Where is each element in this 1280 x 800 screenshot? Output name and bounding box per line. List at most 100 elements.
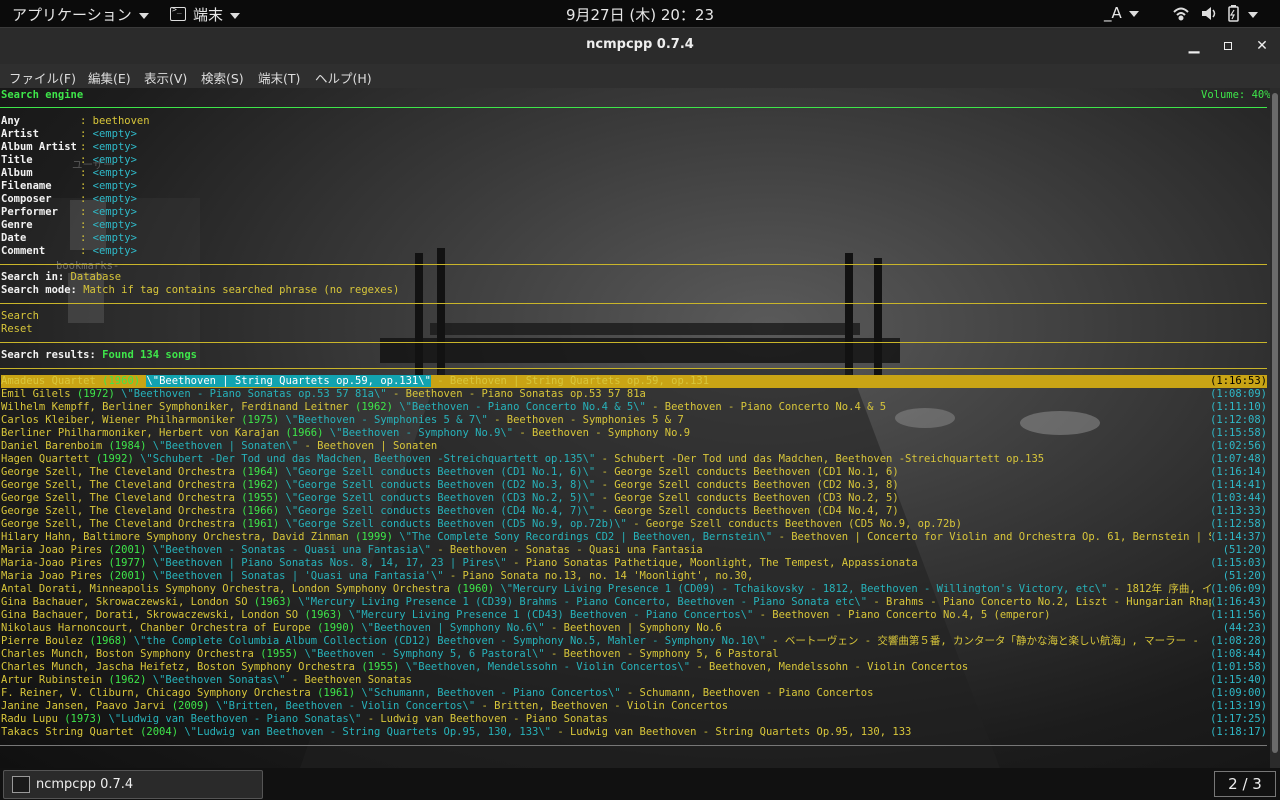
clock[interactable]: 9月27日 (木) 20：23: [566, 6, 714, 24]
result-row[interactable]: George Szell, The Cleveland Orchestra (1…: [1, 466, 1267, 479]
result-year: (2004): [140, 726, 179, 738]
result-text: George Szell, The Cleveland Orchestra (1…: [1, 492, 1211, 505]
result-year: (1964): [241, 466, 280, 478]
result-title: - Ludwig van Beethoven - String Quartets…: [551, 726, 912, 738]
search-mode-row[interactable]: Search mode: Match if tag contains searc…: [1, 284, 399, 297]
result-year: (1975): [241, 414, 280, 426]
result-row[interactable]: F. Reiner, V. Cliburn, Chicago Symphony …: [1, 687, 1267, 700]
input-method-indicator[interactable]: _A: [1104, 4, 1139, 22]
search-field-row[interactable]: Performer: <empty>: [1, 206, 137, 219]
result-text: George Szell, The Cleveland Orchestra (1…: [1, 466, 1211, 479]
search-in-row[interactable]: Search in: Database: [1, 271, 121, 284]
search-field-row[interactable]: Date: <empty>: [1, 232, 137, 245]
result-text: Pierre Boulez (1968) \"the Complete Colu…: [1, 635, 1211, 648]
result-row[interactable]: Maria Joao Pires (2001) \"Beethoven | So…: [1, 570, 1267, 583]
result-row[interactable]: Maria Joao Pires (2001) \"Beethoven - So…: [1, 544, 1267, 557]
terminal-app-menu[interactable]: 端末: [170, 4, 241, 25]
result-row[interactable]: Berliner Philharmoniker, Herbert von Kar…: [1, 427, 1267, 440]
scrollbar-thumb[interactable]: [1272, 93, 1278, 753]
scrollbar[interactable]: [1270, 88, 1280, 768]
result-year: (1972): [76, 388, 115, 400]
minimize-button[interactable]: ▁: [1182, 34, 1206, 58]
result-row[interactable]: Artur Rubinstein (1962) \"Beethoven Sona…: [1, 674, 1267, 687]
result-row[interactable]: Hilary Hahn, Baltimore Symphony Orchestr…: [1, 531, 1267, 544]
result-row[interactable]: George Szell, The Cleveland Orchestra (1…: [1, 505, 1267, 518]
result-album-tag: \"The Complete Sony Recordings CD2 | Bee…: [399, 531, 773, 543]
result-duration: (1:12:58): [1210, 518, 1267, 530]
search-button[interactable]: Search: [1, 310, 39, 323]
search-field-value: <empty>: [92, 180, 137, 192]
result-row[interactable]: Pierre Boulez (1968) \"the Complete Colu…: [1, 635, 1267, 648]
result-year: (1968): [89, 635, 128, 647]
taskbar-item[interactable]: ncmpcpp 0.7.4: [3, 770, 263, 799]
menu-search[interactable]: 検索(S): [201, 68, 244, 87]
result-album-tag: \"George Szell conducts Beethoven (CD2 N…: [285, 479, 596, 491]
result-year: (1966): [241, 505, 280, 517]
search-field-row[interactable]: Artist: <empty>: [1, 128, 137, 141]
search-field-row[interactable]: Any: beethoven: [1, 115, 150, 128]
result-row[interactable]: Daniel Barenboim (1984) \"Beethoven | So…: [1, 440, 1267, 453]
reset-button[interactable]: Reset: [1, 323, 33, 336]
field-separator: :: [80, 141, 93, 153]
result-album-tag: \"Beethoven | Sonaten\": [152, 440, 299, 452]
search-field-value: <empty>: [92, 154, 137, 166]
result-row[interactable]: George Szell, The Cleveland Orchestra (1…: [1, 492, 1267, 505]
search-field-row[interactable]: Album: <empty>: [1, 167, 137, 180]
result-row[interactable]: Antal Dorati, Minneapolis Symphony Orche…: [1, 583, 1267, 596]
result-album-tag: \"Ludwig van Beethoven - String Quartets…: [184, 726, 552, 738]
result-album-tag: \"Beethoven - Symphony No.9\": [329, 427, 514, 439]
result-album-tag: \"Schubert -Der Tod und das Madchen, Bee…: [140, 453, 596, 465]
result-row[interactable]: Maria-Joao Pires (1977) \"Beethoven | Pi…: [1, 557, 1267, 570]
result-row[interactable]: Gina Bachauer, Skrowaczewski, London SO …: [1, 596, 1267, 609]
result-album-tag: \"Beethoven - Symphony 5, 6 Pastoral\": [304, 648, 545, 660]
result-artist: Charles Munch, Boston Symphony Orchestra: [1, 648, 254, 660]
result-row[interactable]: Amadeus Quartet (1960) \"Beethoven | Str…: [1, 375, 1267, 388]
menu-help[interactable]: ヘルプ(H): [315, 68, 372, 87]
search-field-row[interactable]: Comment: <empty>: [1, 245, 137, 258]
result-row[interactable]: Nikolaus Harnoncourt, Chanber Orchestra …: [1, 622, 1267, 635]
result-year: (1955): [241, 492, 280, 504]
result-title: - George Szell conducts Beethoven (CD1 N…: [595, 466, 899, 478]
result-row[interactable]: Carlos Kleiber, Wiener Philharmoniker (1…: [1, 414, 1267, 427]
result-title: - Piano Sonata no.13, no. 14 'Moonlight'…: [443, 570, 754, 582]
result-album-tag: \"Beethoven, Mendelssohn - Violin Concer…: [405, 661, 691, 673]
workspace-indicator[interactable]: 2 / 3: [1214, 771, 1276, 797]
close-icon: ✕: [1256, 38, 1268, 54]
result-row[interactable]: George Szell, The Cleveland Orchestra (1…: [1, 479, 1267, 492]
result-album-tag: \"Beethoven - Symphonies 5 & 7\": [285, 414, 488, 426]
menu-view[interactable]: 表示(V): [144, 68, 187, 87]
result-row[interactable]: Wilhelm Kempff, Berliner Symphoniker, Fe…: [1, 401, 1267, 414]
result-row[interactable]: Radu Lupu (1973) \"Ludwig van Beethoven …: [1, 713, 1267, 726]
result-year: (2001): [108, 570, 147, 582]
result-album-tag: \"George Szell conducts Beethoven (CD5 N…: [285, 518, 627, 530]
search-field-row[interactable]: Genre: <empty>: [1, 219, 137, 232]
terminal-area[interactable]: bookmarks- ユーザー Search engine Volume: 40…: [0, 88, 1280, 768]
result-title: - Schumann, Beethoven - Piano Concertos: [620, 687, 874, 699]
result-artist: Wilhelm Kempff, Berliner Symphoniker, Fe…: [1, 401, 349, 413]
result-row[interactable]: Gina Bachauer, Dorati, Skrowaczewski, Lo…: [1, 609, 1267, 622]
divider: [0, 264, 1267, 265]
search-field-row[interactable]: Composer: <empty>: [1, 193, 137, 206]
maximize-button[interactable]: [1216, 34, 1240, 58]
result-row[interactable]: Charles Munch, Boston Symphony Orchestra…: [1, 648, 1267, 661]
menu-edit[interactable]: 編集(E): [88, 68, 131, 87]
close-button[interactable]: ✕: [1250, 34, 1274, 58]
search-field-row[interactable]: Title: <empty>: [1, 154, 137, 167]
result-title: - Ludwig van Beethoven - Piano Sonatas: [361, 713, 608, 725]
field-separator: :: [80, 245, 93, 257]
menu-file[interactable]: ファイル(F): [9, 68, 76, 87]
result-row[interactable]: Takacs String Quartet (2004) \"Ludwig va…: [1, 726, 1267, 739]
result-row[interactable]: Janine Jansen, Paavo Jarvi (2009) \"Brit…: [1, 700, 1267, 713]
status-menu[interactable]: [1172, 5, 1272, 27]
result-row[interactable]: Emil Gilels (1972) \"Beethoven - Piano S…: [1, 388, 1267, 401]
result-row[interactable]: George Szell, The Cleveland Orchestra (1…: [1, 518, 1267, 531]
result-row[interactable]: Hagen Quartett (1992) \"Schubert -Der To…: [1, 453, 1267, 466]
search-field-row[interactable]: Album Artist: <empty>: [1, 141, 137, 154]
result-text: Gina Bachauer, Dorati, Skrowaczewski, Lo…: [1, 609, 1211, 622]
applications-menu[interactable]: アプリケーション: [12, 4, 149, 25]
search-field-value: beethoven: [92, 115, 150, 127]
search-field-row[interactable]: Filename: <empty>: [1, 180, 137, 193]
result-row[interactable]: Charles Munch, Jascha Heifetz, Boston Sy…: [1, 661, 1267, 674]
menu-terminal[interactable]: 端末(T): [258, 68, 300, 87]
window-titlebar[interactable]: ncmpcpp 0.7.4 ▁ ✕: [0, 27, 1280, 64]
